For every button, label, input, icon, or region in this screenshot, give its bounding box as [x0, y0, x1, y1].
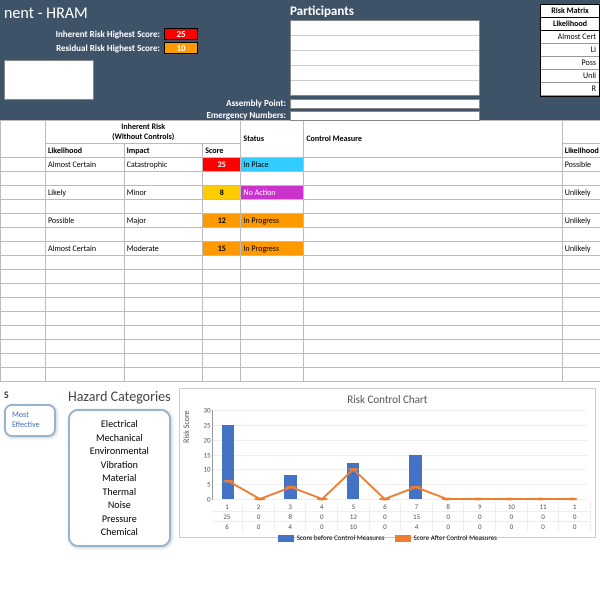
table-row[interactable] — [1, 368, 600, 382]
table-row[interactable] — [1, 354, 600, 368]
emergency-input[interactable] — [290, 111, 480, 121]
inherent-group-head: Inherent Risk(Without Controls) — [45, 121, 240, 144]
bottom-panel: S MostEffective Hazard Categories Electr… — [0, 382, 600, 553]
chart-title: Risk Control Chart — [184, 393, 591, 406]
assembly-input[interactable] — [290, 99, 480, 109]
residual-group-head: Residual Risk(With Controls) — [562, 121, 600, 144]
table-row[interactable] — [1, 312, 600, 326]
table-row[interactable] — [1, 340, 600, 354]
matrix-row: Li — [541, 44, 599, 57]
table-row[interactable] — [1, 200, 600, 214]
table-row[interactable]: Almost CertainCatastrophic25In PlacePoss… — [1, 158, 600, 172]
table-row[interactable] — [1, 256, 600, 270]
inherent-score-label: Inherent Risk Highest Score: — [34, 29, 164, 40]
input-box[interactable] — [4, 60, 94, 100]
chart-xaxis: 12345678910111 — [212, 502, 591, 511]
assembly-label: Assembly Point: — [160, 98, 290, 109]
hazard-section: Hazard Categories ElectricalMechanicalEn… — [68, 388, 171, 547]
inherent-score-badge: 25 — [164, 28, 198, 40]
table-row[interactable] — [1, 326, 600, 340]
table-row[interactable]: LikelyMinor8No ActionUnlikelyMinor — [1, 186, 600, 200]
table-row[interactable] — [1, 228, 600, 242]
residual-score-label: Residual Risk Highest Score: — [34, 43, 164, 54]
table-row[interactable]: Almost CertainModerate15In ProgressUnlik… — [1, 242, 600, 256]
col-score: Score — [203, 144, 241, 158]
risk-matrix-col: Likelihood — [541, 18, 599, 31]
emergency-label: Emergency Numbers: — [160, 110, 290, 121]
matrix-row: R — [541, 83, 599, 96]
matrix-row: Poss — [541, 57, 599, 70]
hazard-list: ElectricalMechanicalEnvironmentalVibrati… — [68, 409, 171, 547]
table-row[interactable] — [1, 172, 600, 186]
chart-ylabel: Risk Score — [182, 410, 192, 443]
participants-label: Participants — [290, 4, 354, 19]
risk-control-chart: Risk Control Chart Risk Score 0510152025… — [179, 388, 596, 538]
participants-input[interactable] — [290, 20, 480, 96]
header-panel: nent - HRAM Participants Inherent Risk H… — [0, 0, 600, 120]
matrix-row: Unli — [541, 70, 599, 83]
hazard-title: Hazard Categories — [68, 388, 171, 405]
col-control: Control Measure — [304, 121, 562, 158]
effectiveness-box: MostEffective — [4, 404, 56, 437]
col-status: Status — [241, 121, 304, 158]
table-row[interactable] — [1, 284, 600, 298]
risk-table-wrap: Inherent Risk(Without Controls) Status C… — [0, 120, 600, 382]
table-row[interactable] — [1, 270, 600, 284]
table-row[interactable]: PossibleMajor12In ProgressUnlikelyCatast… — [1, 214, 600, 228]
risk-table[interactable]: Inherent Risk(Without Controls) Status C… — [0, 120, 600, 382]
table-row[interactable] — [1, 298, 600, 312]
risk-matrix: Risk Matrix Likelihood Almost CertLiPoss… — [540, 4, 600, 97]
col-res-likelihood: Likelihood — [562, 144, 600, 158]
assembly-section: Assembly Point: Emergency Numbers: — [160, 98, 480, 122]
s-label: S — [4, 388, 9, 401]
residual-score-badge: 10 — [164, 42, 198, 54]
col-impact: Impact — [124, 144, 203, 158]
score-summary: Inherent Risk Highest Score: 25 Residual… — [34, 28, 198, 56]
matrix-row: Almost Cert — [541, 31, 599, 44]
risk-matrix-title: Risk Matrix — [541, 5, 599, 18]
chart-legend: Score before Control Measures Score Afte… — [184, 533, 591, 542]
col-likelihood: Likelihood — [45, 144, 124, 158]
